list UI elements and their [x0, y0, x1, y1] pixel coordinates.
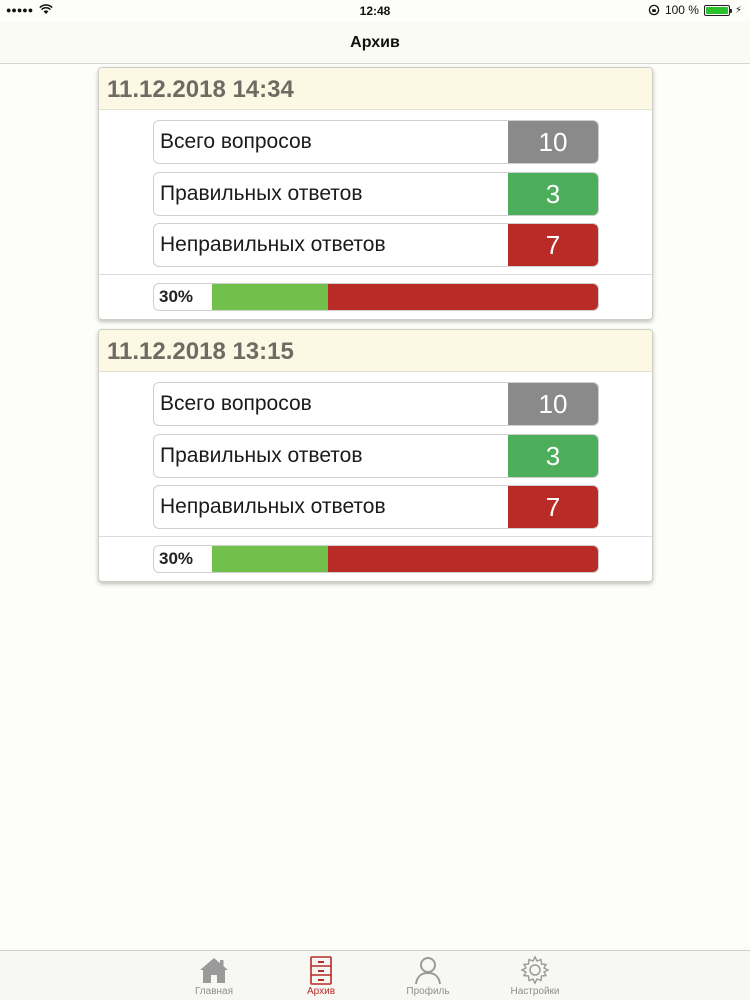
wrong-answers-row: Неправильных ответов 7 [153, 223, 599, 267]
total-questions-row: Всего вопросов 10 [153, 382, 599, 426]
result-date: 11.12.2018 13:15 [107, 338, 294, 365]
battery-icon [703, 4, 732, 16]
correct-answers-value: 3 [508, 173, 598, 215]
status-right: 100 % ⚡ [648, 3, 742, 17]
tab-label: Профиль [406, 986, 450, 997]
stat-label: Неправильных ответов [160, 495, 386, 518]
progress-track [212, 284, 598, 310]
settings-icon [520, 955, 550, 985]
charging-icon: ⚡ [734, 4, 742, 16]
total-questions-value: 10 [508, 383, 598, 425]
progress-fill [212, 546, 328, 572]
wrong-answers-row: Неправильных ответов 7 [153, 485, 599, 529]
home-icon [200, 958, 228, 983]
tab-label: Архив [306, 986, 336, 997]
profile-icon [415, 957, 441, 985]
page-title: Архив [350, 34, 400, 51]
stat-label: Правильных ответов [160, 182, 363, 205]
result-date: 11.12.2018 14:34 [107, 76, 294, 103]
score-progress-bar: 30% [153, 283, 599, 311]
divider [99, 274, 652, 275]
archive-result-card[interactable]: 11.12.2018 13:15 Всего вопросов 10 Прави… [98, 329, 653, 582]
archive-icon [310, 956, 332, 985]
correct-answers-row: Правильных ответов 3 [153, 434, 599, 478]
divider [99, 536, 652, 537]
rotation-lock-icon [648, 4, 660, 16]
wrong-answers-value: 7 [508, 224, 598, 266]
tab-settings[interactable]: Настройки [495, 951, 575, 1000]
navigation-bar: Архив [0, 22, 750, 64]
archive-result-card[interactable]: 11.12.2018 14:34 Всего вопросов 10 Прави… [98, 67, 653, 320]
stat-label: Неправильных ответов [160, 233, 386, 256]
progress-fill [212, 284, 328, 310]
stat-label: Всего вопросов [160, 130, 312, 153]
stat-label: Всего вопросов [160, 392, 312, 415]
tab-label: Главная [194, 986, 234, 997]
tab-archive[interactable]: Архив [281, 951, 361, 1000]
wrong-answers-value: 7 [508, 486, 598, 528]
total-questions-value: 10 [508, 121, 598, 163]
progress-percent: 30% [159, 549, 194, 568]
progress-percent: 30% [159, 287, 194, 306]
tab-profile[interactable]: Профиль [388, 951, 468, 1000]
card-header: 11.12.2018 13:15 [99, 330, 652, 372]
stat-label: Правильных ответов [160, 444, 363, 467]
total-questions-row: Всего вопросов 10 [153, 120, 599, 164]
status-time: 12:48 [359, 4, 391, 18]
card-header: 11.12.2018 14:34 [99, 68, 652, 110]
correct-answers-row: Правильных ответов 3 [153, 172, 599, 216]
tab-bar: Главная Архив Профиль Настройки [0, 950, 750, 1000]
correct-answers-value: 3 [508, 435, 598, 477]
tab-label: Настройки [510, 986, 560, 997]
status-bar: ●●●●● 12:48 100 % ⚡ [0, 0, 750, 22]
battery-percent: 100 % [664, 3, 699, 17]
tab-home[interactable]: Главная [174, 951, 254, 1000]
score-progress-bar: 30% [153, 545, 599, 573]
progress-track [212, 546, 598, 572]
